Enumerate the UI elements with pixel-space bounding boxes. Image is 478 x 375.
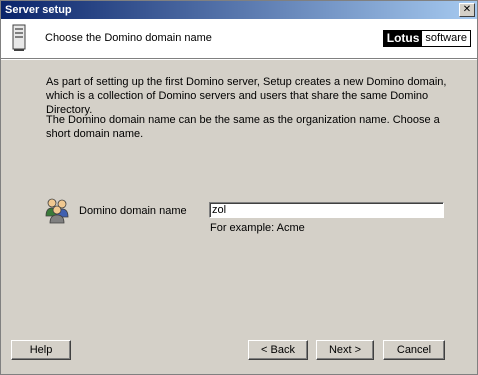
domain-name-input[interactable]	[209, 202, 444, 218]
back-button[interactable]: < Back	[248, 340, 308, 360]
header-divider	[1, 59, 477, 60]
help-button[interactable]: Help	[11, 340, 71, 360]
page-title: Choose the Domino domain name	[45, 32, 212, 44]
cancel-button[interactable]: Cancel	[383, 340, 445, 360]
close-button[interactable]: ✕	[459, 3, 475, 17]
lotus-software-logo: Lotus software	[382, 30, 471, 47]
domain-name-label: Domino domain name	[79, 205, 187, 217]
title-bar: Server setup ✕	[1, 1, 477, 19]
wizard-header: Choose the Domino domain name Lotus soft…	[1, 19, 477, 59]
server-setup-window: Server setup ✕ Choose the Domino domain …	[0, 0, 478, 375]
logo-lotus: Lotus	[383, 31, 423, 46]
domain-name-hint: For example: Acme	[210, 222, 305, 234]
domain-name-paragraph: The Domino domain name can be the same a…	[46, 114, 440, 140]
next-button[interactable]: Next >	[316, 340, 374, 360]
server-icon	[12, 24, 26, 51]
window-title: Server setup	[5, 4, 72, 16]
users-group-icon	[45, 198, 69, 224]
logo-software: software	[422, 31, 470, 46]
intro-paragraph: As part of setting up the first Domino s…	[46, 76, 447, 116]
